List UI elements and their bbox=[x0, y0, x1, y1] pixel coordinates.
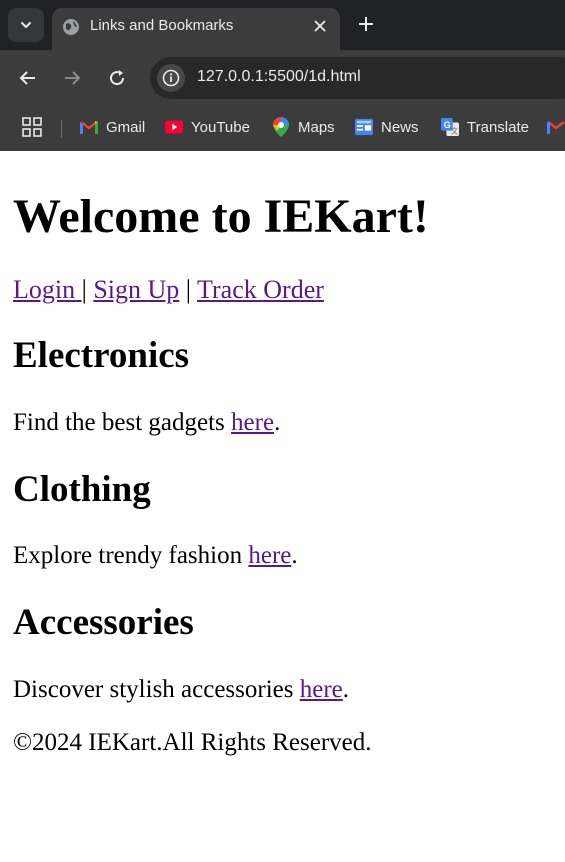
section-heading-accessories: Accessories bbox=[13, 602, 194, 643]
section-text-clothing: Explore trendy fashion here. bbox=[13, 540, 298, 572]
bookmark-news[interactable]: News bbox=[355, 115, 419, 139]
new-tab-button[interactable] bbox=[352, 10, 380, 38]
nav-separator: | bbox=[179, 275, 198, 304]
bookmarks-bar: Gmail YouTube Maps News G 文 Translate bbox=[0, 106, 565, 151]
site-info-button[interactable] bbox=[157, 64, 185, 92]
news-icon bbox=[355, 118, 373, 136]
translate-icon: G 文 bbox=[441, 118, 459, 136]
reload-icon bbox=[110, 70, 125, 86]
nav-separator: | bbox=[81, 275, 94, 304]
period: . bbox=[342, 676, 350, 703]
globe-icon bbox=[63, 19, 79, 35]
info-icon bbox=[162, 69, 180, 87]
bookmark-gmail[interactable]: Gmail bbox=[80, 115, 145, 139]
footer-copyright: ©2024 IEKart.All Rights Reserved. bbox=[13, 729, 372, 756]
track-order-link[interactable]: Track Order bbox=[197, 275, 324, 304]
arrow-left-icon bbox=[19, 71, 35, 85]
electronics-here-link[interactable]: here bbox=[231, 409, 274, 436]
address-bar[interactable]: 127.0.0.1:5500/1d.html bbox=[150, 57, 565, 99]
gmail-icon bbox=[80, 118, 98, 136]
tab-strip: Links and Bookmarks bbox=[0, 0, 565, 50]
section-text: Explore trendy fashion bbox=[13, 542, 249, 569]
chevron-down-icon bbox=[21, 22, 31, 28]
close-tab-button[interactable] bbox=[310, 16, 330, 36]
tab-active[interactable]: Links and Bookmarks bbox=[52, 8, 340, 50]
gmail-icon bbox=[547, 118, 565, 136]
apps-grid-icon bbox=[22, 117, 42, 137]
bookmark-maps[interactable]: Maps bbox=[272, 115, 335, 139]
login-link[interactable]: Login bbox=[13, 275, 82, 304]
bookmark-translate[interactable]: G 文 Translate bbox=[441, 115, 529, 139]
signup-link[interactable]: Sign Up bbox=[93, 275, 179, 304]
page-title: Welcome to IEKart! bbox=[13, 190, 429, 243]
bookmark-label: YouTube bbox=[191, 118, 250, 136]
maps-icon bbox=[272, 117, 290, 137]
bookmark-label: News bbox=[381, 118, 419, 136]
section-heading-electronics: Electronics bbox=[13, 335, 190, 376]
browser-chrome: Links and Bookmarks 127.0.0.1:5500/1d.ht… bbox=[0, 0, 565, 151]
account-nav: Login | Sign Up | Track Order bbox=[13, 274, 324, 306]
youtube-icon bbox=[165, 118, 183, 136]
plus-icon bbox=[359, 17, 373, 31]
bookmark-label: Translate bbox=[467, 118, 529, 136]
back-button[interactable] bbox=[14, 64, 42, 92]
bookmarks-divider bbox=[61, 120, 62, 138]
section-text: Discover stylish accessories bbox=[13, 676, 300, 703]
svg-text:G: G bbox=[444, 120, 451, 130]
forward-button[interactable] bbox=[58, 64, 86, 92]
section-text: Find the best gadgets bbox=[13, 409, 232, 436]
bookmark-label: Maps bbox=[298, 118, 335, 136]
reload-button[interactable] bbox=[103, 64, 131, 92]
section-text-electronics: Find the best gadgets here. bbox=[13, 407, 280, 439]
apps-button[interactable] bbox=[22, 115, 42, 139]
bookmark-youtube[interactable]: YouTube bbox=[165, 115, 250, 139]
url-text[interactable]: 127.0.0.1:5500/1d.html bbox=[197, 68, 361, 86]
section-text-accessories: Discover stylish accessories here. bbox=[13, 674, 349, 706]
close-icon bbox=[314, 20, 326, 32]
arrow-right-icon bbox=[65, 71, 81, 85]
toolbar: 127.0.0.1:5500/1d.html bbox=[0, 50, 565, 106]
bookmark-gmail-overflow[interactable] bbox=[547, 115, 565, 139]
section-heading-clothing: Clothing bbox=[13, 469, 151, 510]
bookmark-label: Gmail bbox=[106, 118, 146, 136]
clothing-here-link[interactable]: here bbox=[248, 542, 291, 569]
tab-search-button[interactable] bbox=[8, 8, 44, 42]
accessories-here-link[interactable]: here bbox=[300, 676, 343, 703]
period: . bbox=[274, 409, 281, 436]
page-content: Welcome to IEKart! Login | Sign Up | Tra… bbox=[0, 151, 565, 862]
period: . bbox=[291, 542, 298, 569]
svg-text:文: 文 bbox=[451, 126, 458, 135]
tab-title: Links and Bookmarks bbox=[90, 17, 234, 34]
